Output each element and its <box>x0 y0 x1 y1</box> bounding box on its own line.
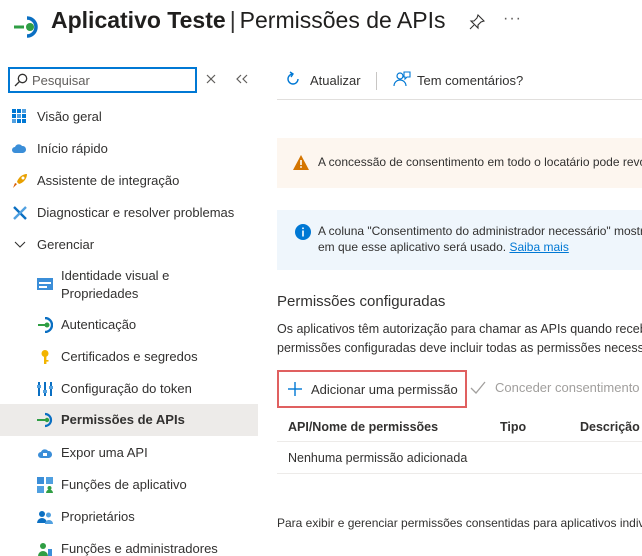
grant-consent-label: Conceder consentimento do administrador <box>495 380 642 395</box>
info-text-line1: A coluna "Consentimento do administrador… <box>318 224 642 238</box>
permissions-table-header: API/Nome de permissões Tipo Descrição <box>277 412 642 442</box>
pin-icon[interactable] <box>469 14 485 30</box>
sidebar-item-token-configuration[interactable]: Configuração do token <box>0 376 258 402</box>
sidebar: Visão geral Início rápido Assistente de … <box>0 60 258 556</box>
sidebar-group-manage[interactable]: Gerenciar <box>0 232 258 258</box>
cloud-icon <box>12 144 27 153</box>
add-permission-label: Adicionar uma permissão <box>311 382 458 397</box>
section-description-line2: permissões configuradas deve incluir tod… <box>277 341 642 355</box>
sidebar-item-roles-admins[interactable]: Funções e administradores <box>0 536 258 556</box>
refresh-button[interactable]: Atualizar <box>285 71 371 91</box>
sidebar-item-label: Autenticação <box>61 317 137 332</box>
sidebar-item-diagnose[interactable]: Diagnosticar e resolver problemas <box>0 200 258 226</box>
section-title: Permissões configuradas <box>277 293 446 310</box>
table-row: Nenhuma permissão adicionada <box>277 442 642 474</box>
rocket-icon <box>13 174 27 188</box>
sidebar-item-integration-assistant[interactable]: Assistente de integração <box>0 168 258 194</box>
token-config-icon <box>37 382 53 396</box>
info-icon <box>295 224 311 240</box>
title-separator: | <box>229 7 236 33</box>
sidebar-item-label: Configuração do token <box>61 381 192 396</box>
warning-icon <box>293 155 309 170</box>
column-header-description[interactable]: Descrição <box>580 420 640 434</box>
key-icon <box>41 350 49 364</box>
sidebar-item-app-roles[interactable]: Funções de aplicativo <box>0 472 258 498</box>
grid-icon <box>12 109 26 123</box>
sidebar-item-branding[interactable]: Identidade visual e Propriedades <box>0 264 258 306</box>
sidebar-item-label: Funções e administradores <box>61 541 218 556</box>
blade-name: Permissões de APIs <box>239 7 446 33</box>
app-registration-icon <box>14 16 38 38</box>
feedback-label: Tem comentários? <box>417 73 524 88</box>
warning-banner: A concessão de consentimento em todo o l… <box>277 138 642 188</box>
info-text: em que esse aplicativo será usado. <box>318 240 507 254</box>
column-header-type[interactable]: Tipo <box>500 420 526 434</box>
feedback-button[interactable]: Tem comentários? <box>393 71 533 91</box>
chevron-down-icon <box>14 241 26 248</box>
sidebar-item-certificates[interactable]: Certificados e segredos <box>0 344 258 370</box>
sidebar-item-owners[interactable]: Proprietários <box>0 504 258 530</box>
sidebar-item-label: Visão geral <box>37 109 102 124</box>
roles-admins-icon <box>38 543 52 556</box>
collapse-sidebar-icon[interactable] <box>235 73 249 85</box>
footer-text: Para exibir e gerenciar permissões conse… <box>277 516 642 530</box>
toolbar: Atualizar Tem comentários? <box>277 60 642 100</box>
main-content: Atualizar Tem comentários? A concessão d… <box>277 60 642 556</box>
sidebar-item-overview[interactable]: Visão geral <box>0 104 258 130</box>
sidebar-item-expose-api[interactable]: Expor uma API <box>0 440 258 466</box>
api-permissions-icon <box>37 412 53 428</box>
sidebar-item-label: Proprietários <box>61 509 135 524</box>
sidebar-item-label: Expor uma API <box>61 445 148 460</box>
sidebar-item-label: Funções de aplicativo <box>61 477 187 492</box>
empty-state-text: Nenhuma permissão adicionada <box>288 451 468 465</box>
refresh-label: Atualizar <box>310 73 361 88</box>
learn-more-link[interactable]: Saiba mais <box>509 240 568 254</box>
sidebar-item-label-line2: Propriedades <box>61 286 139 301</box>
column-header-api-name[interactable]: API/Nome de permissões <box>288 420 438 434</box>
branding-icon <box>37 278 53 290</box>
sidebar-item-label: Identidade visual e <box>61 268 170 283</box>
warning-text: A concessão de consentimento em todo o l… <box>318 155 642 169</box>
users-icon <box>37 511 53 524</box>
sidebar-item-api-permissions[interactable]: Permissões de APIs <box>0 404 258 436</box>
add-permission-button[interactable]: Adicionar uma permissão <box>277 370 467 408</box>
plus-icon <box>288 382 302 396</box>
cloud-api-icon <box>38 449 53 458</box>
sidebar-item-label: Assistente de integração <box>37 173 180 188</box>
more-options-icon[interactable]: ··· <box>503 10 522 28</box>
clear-search-icon[interactable] <box>205 73 217 85</box>
page-header: Aplicativo Teste | Permissões de APIs ··· <box>0 0 642 50</box>
sidebar-item-quickstart[interactable]: Início rápido <box>0 136 258 162</box>
info-text-line2: em que esse aplicativo será usado. Saiba… <box>318 240 569 254</box>
app-roles-icon <box>37 477 53 493</box>
info-banner: A coluna "Consentimento do administrador… <box>277 210 642 270</box>
sidebar-item-label: Diagnosticar e resolver problemas <box>37 205 235 220</box>
page-title: Aplicativo Teste | Permissões de APIs <box>51 7 445 34</box>
refresh-icon <box>287 71 299 85</box>
checkmark-icon <box>470 381 486 394</box>
app-name: Aplicativo Teste <box>51 7 226 33</box>
sidebar-item-label: Início rápido <box>37 141 108 156</box>
sidebar-item-label: Certificados e segredos <box>61 349 198 364</box>
sidebar-item-label: Permissões de APIs <box>61 412 185 427</box>
search-input[interactable] <box>32 71 192 89</box>
feedback-icon <box>393 71 411 87</box>
sidebar-search[interactable] <box>8 67 197 93</box>
wrench-icon <box>13 206 27 220</box>
sidebar-item-authentication[interactable]: Autenticação <box>0 312 258 338</box>
authentication-icon <box>38 317 53 333</box>
toolbar-divider <box>376 72 377 90</box>
sidebar-group-label: Gerenciar <box>37 237 95 252</box>
section-description-line1: Os aplicativos têm autorização para cham… <box>277 322 642 336</box>
search-icon <box>14 73 28 87</box>
